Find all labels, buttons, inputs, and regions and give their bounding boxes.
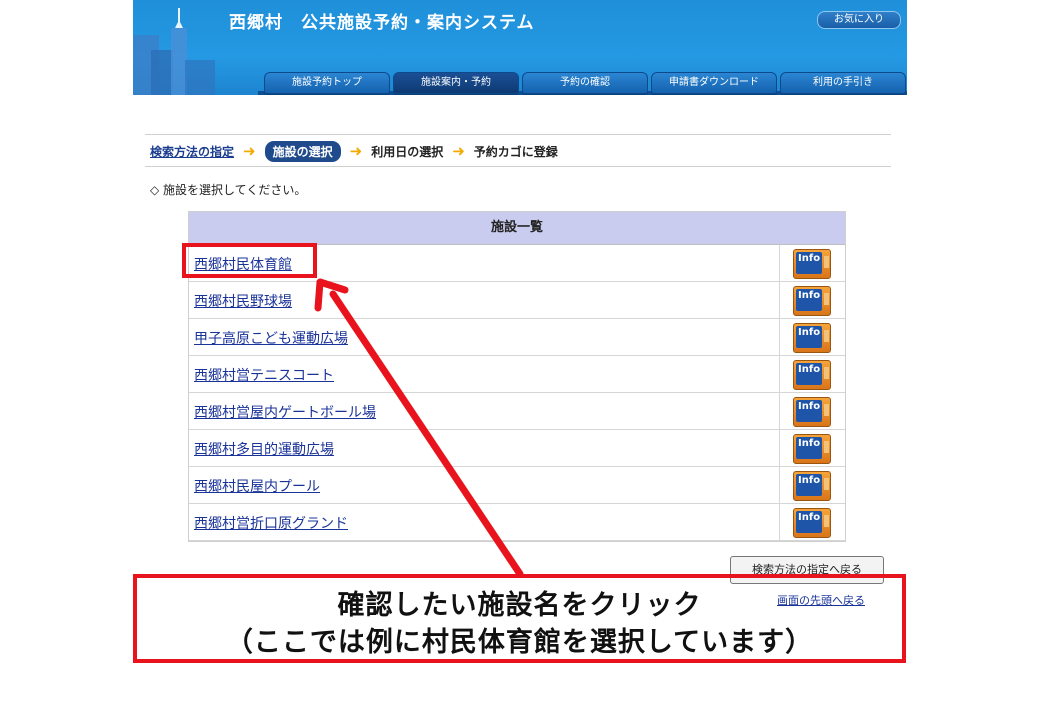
tab-reservation-top[interactable]: 施設予約トップ xyxy=(264,72,390,94)
table-row: 西郷村営テニスコート Info xyxy=(189,356,845,393)
info-button[interactable]: Info xyxy=(793,508,831,538)
info-cell: Info xyxy=(779,245,846,281)
info-icon: Info xyxy=(796,474,822,496)
step-arrow-icon: ➜ xyxy=(452,142,465,160)
main-nav: 施設予約トップ 施設案内・予約 予約の確認 申請書ダウンロード 利用の手引き xyxy=(133,67,907,95)
info-button[interactable]: Info xyxy=(793,323,831,353)
site-title: 西郷村 公共施設予約・案内システム xyxy=(229,13,535,33)
facility-link[interactable]: 西郷村営屋内ゲートボール場 xyxy=(194,402,376,422)
facility-table-header: 施設一覧 xyxy=(189,212,845,245)
instruction-text: ◇ 施設を選択してください。 xyxy=(150,183,307,197)
facility-link[interactable]: 西郷村営テニスコート xyxy=(194,365,334,385)
table-row: 西郷村営屋内ゲートボール場 Info xyxy=(189,393,845,430)
info-cell: Info xyxy=(779,504,846,540)
step-arrow-icon: ➜ xyxy=(349,142,363,160)
facility-link[interactable]: 甲子高原こども運動広場 xyxy=(194,328,348,348)
info-icon: Info xyxy=(796,252,822,274)
info-button[interactable]: Info xyxy=(793,286,831,316)
tab-user-guide[interactable]: 利用の手引き xyxy=(780,72,906,94)
favorites-button[interactable]: お気に入り xyxy=(817,11,901,29)
info-icon: Info xyxy=(796,511,822,533)
table-row: 西郷村民屋内プール Info xyxy=(189,467,845,504)
annotation-line1: 確認したい施設名をクリック xyxy=(337,590,702,621)
info-button[interactable]: Info xyxy=(793,434,831,464)
info-icon: Info xyxy=(796,289,822,311)
info-cell: Info xyxy=(779,430,846,466)
info-cell: Info xyxy=(779,467,846,503)
info-button[interactable]: Info xyxy=(793,360,831,390)
tab-facility-info[interactable]: 施設案内・予約 xyxy=(393,72,519,94)
breadcrumb: 検索方法の指定 ➜ 施設の選択 ➜ 利用日の選択 ➜ 予約カゴに登録 xyxy=(150,140,558,162)
info-icon: Info xyxy=(796,326,822,348)
facility-link[interactable]: 西郷村民屋内プール xyxy=(194,476,320,496)
table-row: 甲子高原こども運動広場 Info xyxy=(189,319,845,356)
info-icon: Info xyxy=(796,363,822,385)
info-icon: Info xyxy=(796,400,822,422)
info-cell: Info xyxy=(779,319,846,355)
info-icon: Info xyxy=(796,437,822,459)
info-cell: Info xyxy=(779,356,846,392)
step-search-method[interactable]: 検索方法の指定 xyxy=(150,143,234,160)
info-cell: Info xyxy=(779,282,846,318)
facility-link[interactable]: 西郷村営折口原グランド xyxy=(194,513,348,533)
highlight-box xyxy=(182,243,317,278)
tab-form-download[interactable]: 申請書ダウンロード xyxy=(651,72,777,94)
info-button[interactable]: Info xyxy=(793,397,831,427)
info-button[interactable]: Info xyxy=(793,249,831,279)
facility-link[interactable]: 西郷村民野球場 xyxy=(194,291,292,311)
table-row: 西郷村多目的運動広場 Info xyxy=(189,430,845,467)
annotation-callout: 確認したい施設名をクリック （ここでは例に村民体育館を選択しています） xyxy=(133,574,906,663)
step-add-to-cart: 予約カゴに登録 xyxy=(473,144,558,159)
info-button[interactable]: Info xyxy=(793,471,831,501)
tab-reservation-check[interactable]: 予約の確認 xyxy=(522,72,648,94)
breadcrumb-top-divider xyxy=(145,134,891,135)
table-row: 西郷村民野球場 Info xyxy=(189,282,845,319)
annotation-line2: （ここでは例に村民体育館を選択しています） xyxy=(225,627,814,658)
table-row: 西郷村営折口原グランド Info xyxy=(189,504,845,541)
breadcrumb-bottom-divider xyxy=(145,166,891,167)
step-arrow-icon: ➜ xyxy=(243,142,256,160)
facility-link[interactable]: 西郷村多目的運動広場 xyxy=(194,439,334,459)
step-facility-select-current: 施設の選択 xyxy=(264,140,341,162)
step-date-select: 利用日の選択 xyxy=(371,144,444,159)
info-cell: Info xyxy=(779,393,846,429)
